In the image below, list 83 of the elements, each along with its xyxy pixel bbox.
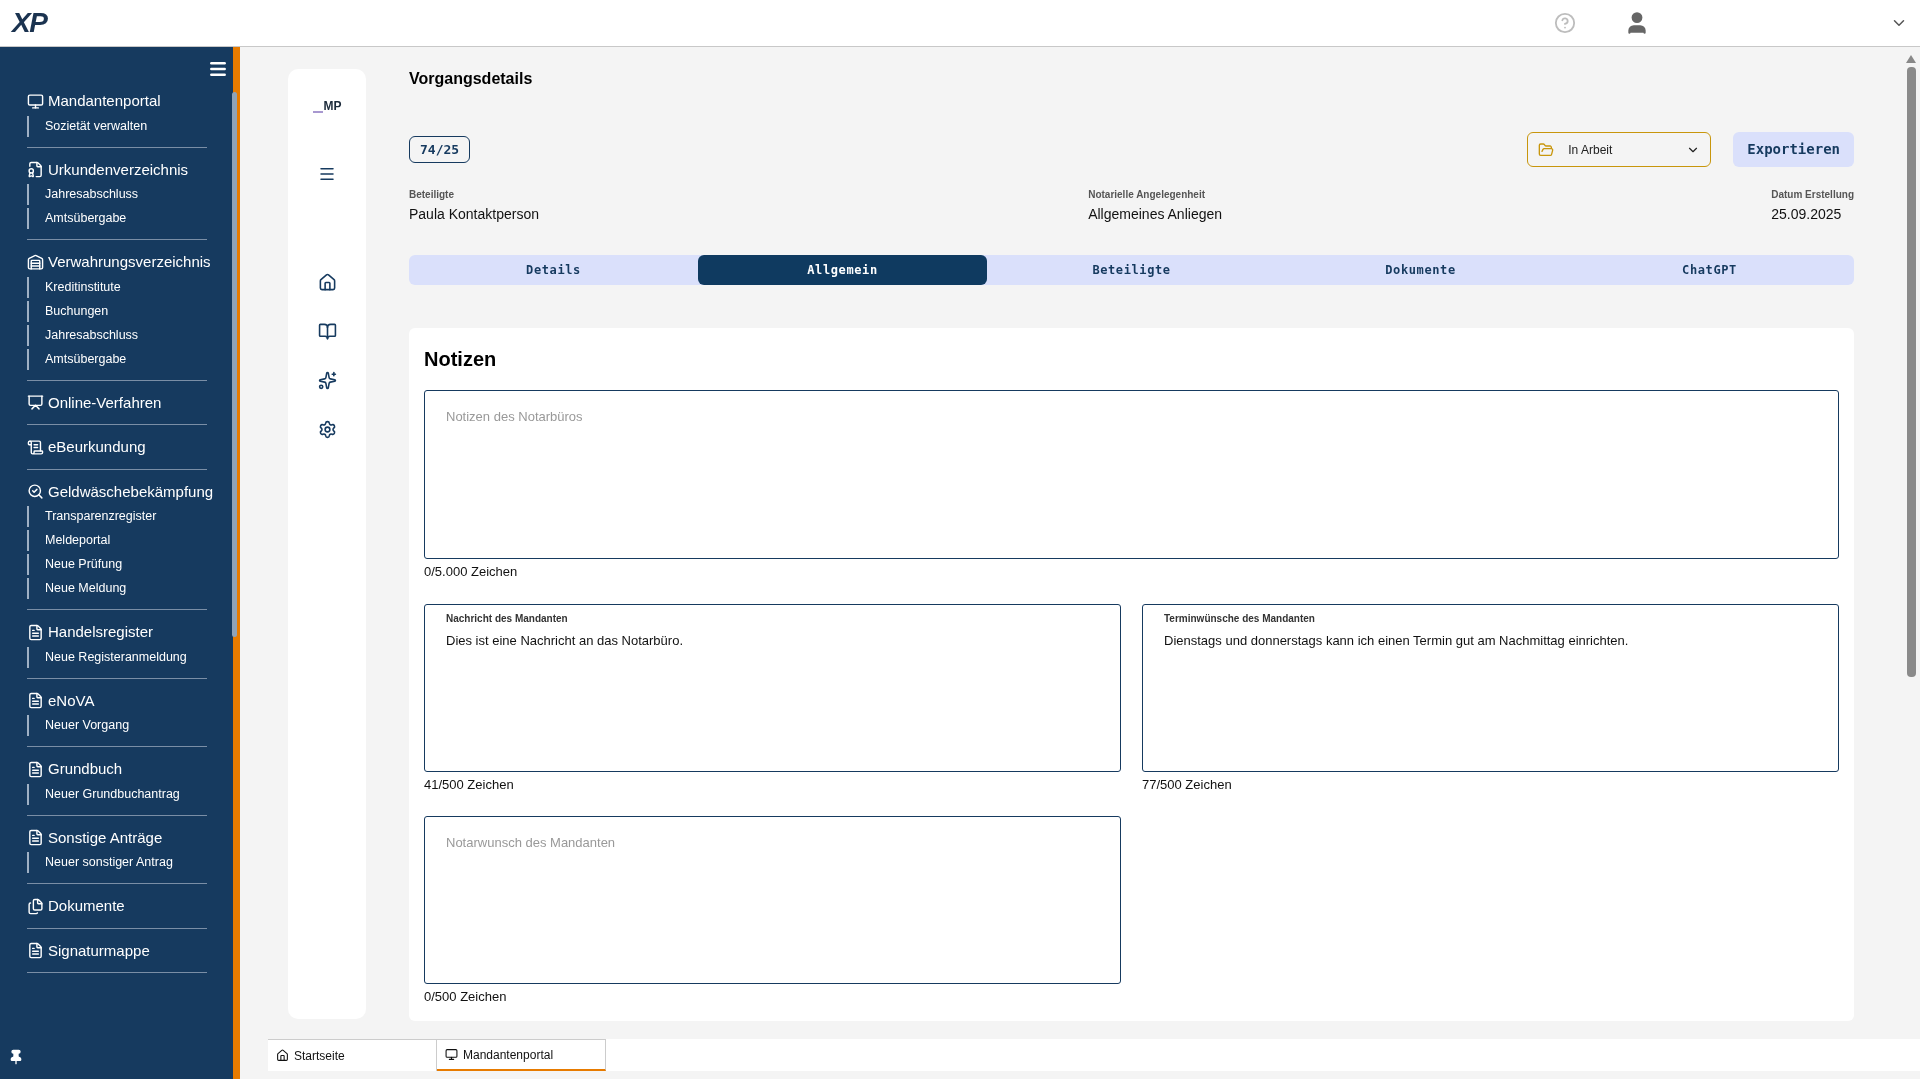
logo: XP: [12, 6, 47, 40]
bottom-tab[interactable]: Mandantenportal: [437, 1039, 606, 1071]
char-counter: 0/500 Zeichen: [424, 988, 508, 1006]
document-icon: [27, 942, 44, 960]
sidebar-item[interactable]: Transparenzregister: [27, 506, 207, 527]
menu-icon[interactable]: [318, 165, 336, 183]
sidebar-item[interactable]: Kreditinstitute: [27, 276, 207, 298]
menu-icon[interactable]: [208, 59, 228, 79]
sidebar-section[interactable]: Handelsregister: [27, 621, 154, 644]
field-value: Paula Kontaktperson: [409, 205, 539, 224]
sidebar-section[interactable]: Geldwäschebekämpfung: [27, 480, 214, 503]
sidebar-section[interactable]: Urkundenverzeichnis: [27, 158, 189, 181]
pin-icon[interactable]: [8, 1049, 24, 1065]
char-counter: 0/5.000 Zeichen: [424, 563, 519, 581]
sidebar-item[interactable]: Neuer Grundbuchantrag: [27, 783, 207, 805]
page-title: Vorgangsdetails: [409, 69, 534, 89]
sidebar-item[interactable]: Buchungen: [27, 300, 207, 322]
sidebar-item[interactable]: Neue Prüfung: [27, 554, 207, 575]
message-field[interactable]: Nachricht des Mandanten Dies ist eine Nachricht an das Notarbüro.: [424, 603, 1121, 772]
field-value: 25.09.2025: [1771, 205, 1843, 224]
case-number: 74/25: [409, 135, 471, 164]
document-icon: [27, 623, 44, 641]
book-icon[interactable]: [317, 322, 337, 341]
sidebar-section[interactable]: Dokumente: [27, 895, 125, 918]
sidebar-item[interactable]: Meldeportal: [27, 530, 207, 551]
tab[interactable]: Dokumente: [1276, 255, 1565, 285]
status-dropdown[interactable]: In Arbeit: [1527, 132, 1712, 167]
bottom-tab[interactable]: Startseite: [268, 1039, 437, 1071]
sidebar-item[interactable]: Neue Registeranmeldung: [27, 646, 207, 668]
monitor-icon: [27, 92, 44, 110]
settings-icon[interactable]: [317, 420, 337, 439]
sidebar-item[interactable]: Sozietät verwalten: [27, 115, 207, 137]
sidebar-section[interactable]: Sonstige Anträge: [27, 826, 163, 849]
scroll-up-icon[interactable]: [1906, 55, 1916, 63]
sidebar-item[interactable]: Amtsübergabe: [27, 348, 207, 370]
sidebar-section[interactable]: Online-Verfahren: [27, 391, 162, 414]
message-field[interactable]: Terminwünsche des Mandanten Dienstags und donnerstags kann ich einen Termin gut am Nachmittag einrichten.: [1142, 603, 1839, 772]
home-icon: [276, 1049, 289, 1062]
sidebar-section[interactable]: eBeurkundung: [27, 436, 146, 459]
document-icon: [27, 692, 44, 710]
card-title: Notizen: [424, 347, 498, 372]
presentation-icon: [27, 394, 44, 412]
notes-field[interactable]: Notizen des Notarbüros: [424, 390, 1839, 559]
document-icon: [27, 760, 44, 778]
sidebar-item[interactable]: Neuer Vorgang: [27, 715, 207, 736]
field-value: Dies ist eine Nachricht an das Notarbüro.: [446, 631, 684, 650]
scroll-icon: [27, 438, 44, 456]
tab[interactable]: Details: [409, 255, 698, 285]
field-label: Nachricht des Mandanten: [446, 611, 569, 626]
sidebar-item[interactable]: Neue Meldung: [27, 578, 207, 599]
documents-icon: [27, 897, 44, 915]
sidebar-section[interactable]: eNoVA: [27, 689, 95, 712]
sidebar-section[interactable]: Verwahrungsverzeichnis: [27, 251, 211, 274]
magnifier-icon: [27, 483, 44, 501]
underline-mark: [312, 111, 323, 113]
tab[interactable]: Beteiligte: [987, 255, 1276, 285]
certificate-icon: [27, 161, 44, 179]
sidebar-item[interactable]: Amtsübergabe: [27, 208, 207, 229]
field-value: Dienstags und donnerstags kann ich einen Termin gut am Nachmittag einrichten.: [1164, 631, 1630, 650]
sidebar-item[interactable]: Jahresabschluss: [27, 324, 207, 346]
notary-wish-field[interactable]: Notarwunsch des Mandanten: [424, 816, 1121, 984]
tab[interactable]: Allgemein: [698, 255, 987, 285]
sidebar-item[interactable]: Neuer sonstiger Antrag: [27, 852, 207, 873]
field-label: Notarielle Angelegenheit: [1088, 188, 1207, 202]
field-label: Beteiligte: [409, 188, 455, 202]
sidebar-section[interactable]: Mandantenportal: [27, 90, 161, 113]
document-icon: [27, 829, 44, 847]
home-icon[interactable]: [317, 273, 337, 292]
folder-icon: [1538, 141, 1555, 158]
brand-label: MP: [323, 98, 342, 115]
char-counter: 77/500 Zeichen: [1142, 775, 1233, 794]
export-button[interactable]: Exportieren: [1733, 132, 1854, 167]
sidebar-item[interactable]: Jahresabschluss: [27, 184, 207, 205]
warehouse-icon: [27, 253, 44, 271]
field-label: Terminwünsche des Mandanten: [1164, 611, 1316, 626]
sidebar-section[interactable]: Signaturmappe: [27, 939, 150, 962]
char-counter: 41/500 Zeichen: [424, 775, 515, 794]
monitor-icon: [445, 1048, 458, 1061]
tab[interactable]: ChatGPT: [1565, 255, 1854, 285]
field-label: Datum Erstellung: [1771, 188, 1854, 202]
field-value: Allgemeines Anliegen: [1088, 205, 1223, 224]
sidebar-section[interactable]: Grundbuch: [27, 758, 123, 781]
sparkle-icon[interactable]: [317, 371, 337, 390]
